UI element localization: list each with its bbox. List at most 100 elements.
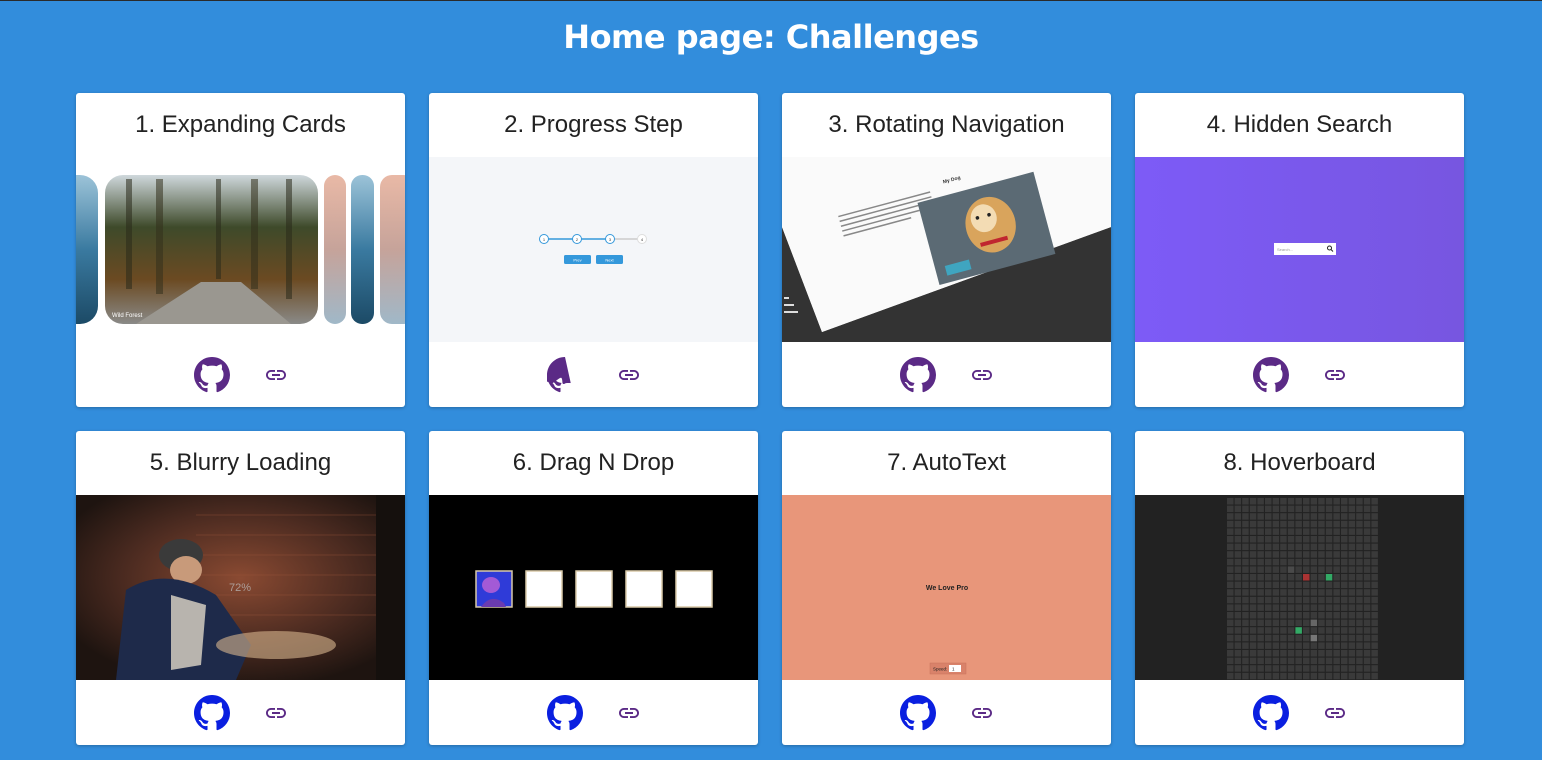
hoverboard-square [1303,543,1310,551]
hoverboard-square [1272,642,1280,649]
hoverboard-square [1265,536,1272,543]
hoverboard-square [1249,498,1257,505]
hoverboard-square [1363,627,1371,634]
hoverboard-square [1272,612,1280,619]
hoverboard-square [1234,513,1242,520]
hoverboard-square [1242,566,1249,573]
hoverboard-square [1303,505,1310,513]
hoverboard-square [1303,551,1310,558]
hoverboard-square [1287,672,1295,680]
hoverboard-square [1371,566,1378,573]
hoverboard-square [1242,520,1249,528]
card-title: 4. Hidden Search [1206,111,1393,138]
hoverboard-square [1249,528,1257,535]
hoverboard-square [1234,581,1242,589]
hoverboard-square [1333,612,1340,619]
hoverboard-square [1325,672,1333,680]
hoverboard-square [1242,665,1249,672]
hoverboard-square [1257,513,1264,520]
hoverboard-square [1280,574,1287,581]
link-icon[interactable] [970,701,994,725]
hoverboard-square [1318,558,1325,566]
hoverboard-square [1257,520,1264,528]
challenge-card-progress-step: 2. Progress Step 1 2 3 4 Prev Next [429,93,758,407]
hoverboard-square [1310,650,1318,657]
hoverboard-square [1249,627,1257,634]
hoverboard-square [1227,581,1234,589]
link-icon[interactable] [264,363,288,387]
hoverboard-square [1287,650,1295,657]
hoverboard-square [1356,505,1363,513]
hoverboard-square [1272,650,1280,657]
hoverboard-square [1249,581,1257,589]
hoverboard-square [1333,642,1340,649]
hoverboard-square [1341,528,1348,535]
hoverboard-square [1341,498,1348,505]
hoverboard-square [1341,657,1348,665]
preview-image-progress-step: 1 2 3 4 Prev Next [429,157,758,342]
hoverboard-square [1318,551,1325,558]
hoverboard-square [1249,589,1257,596]
hoverboard-square [1287,581,1295,589]
github-icon[interactable] [899,356,936,393]
github-icon[interactable] [193,694,230,731]
hoverboard-square [1348,619,1356,627]
hoverboard-square [1333,520,1340,528]
hoverboard-square [1363,498,1371,505]
loading-percent: 72% [229,582,251,594]
hoverboard-square [1249,513,1257,520]
github-icon[interactable] [1252,356,1289,393]
hoverboard-square [1310,566,1318,573]
card-title: 7. AutoText [887,449,1006,476]
hoverboard-square [1371,589,1378,596]
hoverboard-square [1363,589,1371,596]
hoverboard-square [1257,505,1264,513]
hoverboard-square [1341,558,1348,566]
hoverboard-square [1356,558,1363,566]
hoverboard-square [1249,505,1257,513]
hoverboard-square [1280,596,1287,604]
github-icon[interactable] [546,694,583,731]
hoverboard-square [1295,551,1302,558]
link-icon[interactable] [970,363,994,387]
preview-image-hidden-search: Search... [1135,157,1464,342]
hoverboard-square [1272,657,1280,665]
hoverboard-square [1348,551,1356,558]
hoverboard-square [1318,566,1325,573]
hoverboard-square [1265,543,1272,551]
github-icon[interactable] [1252,694,1289,731]
hoverboard-square [1249,558,1257,566]
hoverboard-square [1318,574,1325,581]
hoverboard-square [1234,528,1242,535]
hoverboard-square [1295,581,1302,589]
hoverboard-square [1325,604,1333,611]
link-icon[interactable] [264,701,288,725]
card-footer [429,680,758,745]
hoverboard-square [1356,520,1363,528]
hoverboard-square [1287,574,1295,581]
hoverboard-square [1371,634,1378,642]
hoverboard-square [1280,528,1287,535]
github-icon[interactable] [899,694,936,731]
github-icon[interactable] [193,356,230,393]
hoverboard-square [1227,498,1234,505]
link-icon[interactable] [617,363,641,387]
hoverboard-square [1303,650,1310,657]
link-icon[interactable] [1323,363,1347,387]
link-icon[interactable] [617,701,641,725]
github-icon[interactable] [546,356,583,393]
hoverboard-square [1325,558,1333,566]
hoverboard-square [1295,558,1302,566]
hoverboard-square [1318,536,1325,543]
hoverboard-square [1363,520,1371,528]
hoverboard-square [1325,596,1333,604]
hoverboard-square [1242,627,1249,634]
hoverboard-square [1280,672,1287,680]
hoverboard-square [1310,619,1318,627]
hoverboard-square [1234,505,1242,513]
link-icon[interactable] [1323,701,1347,725]
hoverboard-square [1295,650,1302,657]
hoverboard-square [1325,627,1333,634]
hoverboard-square [1363,505,1371,513]
hoverboard-square [1318,672,1325,680]
